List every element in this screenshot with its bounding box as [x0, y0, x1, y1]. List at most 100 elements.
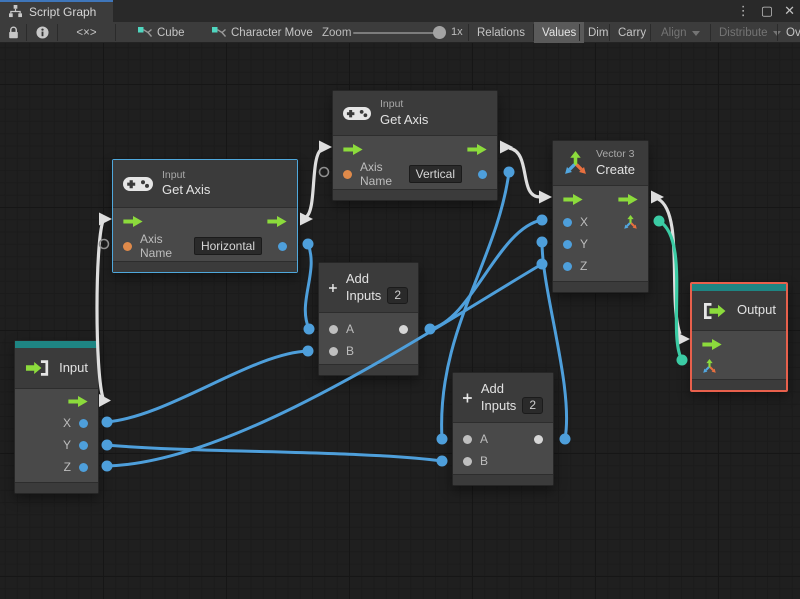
node-header: Input [15, 348, 98, 389]
tab-script-graph[interactable]: Script Graph [0, 0, 113, 22]
flow-in-port-icon[interactable] [123, 216, 143, 227]
code-view-button[interactable]: <×> [58, 22, 115, 43]
node-get-axis-horizontal[interactable]: Input Get Axis Axis Name Horizontal [112, 159, 298, 273]
port-y-output[interactable] [79, 440, 88, 450]
flow-in-port-icon[interactable] [563, 194, 583, 205]
menu-icon[interactable]: ⋮ [737, 0, 750, 22]
node-footer [333, 189, 497, 200]
toggle-carry[interactable]: Carry [610, 22, 654, 43]
port-b-input[interactable] [329, 346, 338, 356]
tab-active-accent [0, 0, 113, 2]
port-y-input[interactable] [563, 239, 572, 249]
inputs-count-field[interactable]: 2 [387, 287, 408, 305]
code-view-icon: <×> [76, 26, 97, 39]
graph-icon [212, 27, 226, 39]
maximize-icon[interactable]: ▢ [761, 0, 773, 22]
node-footer [692, 379, 786, 390]
port-label-y: Y [62, 438, 71, 452]
port-z-input[interactable] [563, 261, 572, 271]
tab-bar: Script Graph ⋮ ▢ ✕ [0, 0, 800, 22]
node-title: Get Axis [162, 182, 211, 198]
node-title: Add [345, 270, 370, 286]
sum-output-port[interactable] [534, 434, 543, 444]
breadcrumb-cube[interactable]: Cube [138, 22, 185, 43]
port-label-y: Y [580, 237, 589, 251]
node-title: Output [736, 302, 776, 318]
breadcrumb-character-move[interactable]: Character Move [212, 22, 313, 43]
port-x-output[interactable] [79, 418, 88, 428]
plus-icon [329, 276, 337, 300]
flow-out-port-icon[interactable] [68, 396, 88, 407]
port-a-input[interactable] [329, 324, 338, 334]
window-controls: ⋮ ▢ ✕ [737, 0, 795, 22]
flow-out-port-icon[interactable] [618, 194, 638, 205]
node-header: Add Inputs 2 [453, 373, 553, 423]
axis-name-label: Axis Name [140, 232, 173, 260]
node-title: Add [480, 380, 505, 396]
port-label-x: X [580, 215, 589, 229]
port-label-z: Z [63, 460, 71, 474]
gamepad-icon [343, 105, 371, 122]
graph-tree-icon [8, 5, 23, 18]
zoom-slider[interactable] [353, 32, 445, 34]
info-icon [36, 26, 49, 39]
inspect-button[interactable] [27, 22, 57, 43]
axis-name-field[interactable]: Vertical [408, 165, 462, 183]
zoom-slider-handle[interactable] [433, 26, 446, 39]
axis-value-output-port[interactable] [478, 169, 487, 179]
flow-out-port-icon[interactable] [467, 144, 487, 155]
tab-title: Script Graph [29, 4, 97, 19]
axis-name-input-port[interactable] [123, 241, 132, 251]
toggle-relations[interactable]: Relations [469, 22, 533, 43]
align-dropdown[interactable]: Align [653, 22, 708, 43]
graph-icon [138, 27, 152, 39]
node-get-axis-vertical[interactable]: Input Get Axis Axis Name Vertical [332, 90, 498, 201]
port-label-x: X [62, 416, 71, 430]
sum-output-port[interactable] [399, 324, 408, 334]
chevron-down-icon [691, 31, 700, 36]
input-bracket-icon [25, 360, 50, 376]
graph-toolbar: <×> Cube Character Move Zoom 1x Relation… [0, 22, 800, 43]
node-footer [319, 364, 418, 375]
flow-out-port-icon[interactable] [267, 216, 287, 227]
toggle-values[interactable]: Values [534, 22, 585, 43]
node-title: Create [596, 161, 636, 177]
vector3-input-port-icon[interactable] [702, 359, 717, 374]
port-z-output[interactable] [79, 462, 88, 472]
graph-canvas[interactable]: Input X Y Z Input Get Axis Axis Name Hor… [0, 43, 800, 599]
node-footer [553, 281, 648, 292]
vector3-output-port-icon[interactable] [623, 215, 638, 230]
node-add-2[interactable]: Add Inputs 2 A B [452, 372, 554, 486]
node-footer [453, 474, 553, 485]
align-label: Align [661, 26, 687, 39]
port-a-input[interactable] [463, 434, 472, 444]
inputs-label: Inputs [345, 287, 382, 303]
zoom-label: Zoom [322, 26, 352, 39]
node-vector3-create[interactable]: Vector 3 Create X Y Z [552, 140, 649, 293]
axis-name-field[interactable]: Horizontal [193, 237, 262, 255]
node-title: Get Axis [380, 111, 429, 127]
vector3-icon [563, 151, 588, 176]
port-x-input[interactable] [563, 217, 572, 227]
toggle-overview[interactable]: Overv [778, 22, 800, 43]
node-header: Vector 3 Create [553, 141, 648, 186]
port-b-input[interactable] [463, 456, 472, 466]
node-header: Output [692, 291, 786, 331]
axis-name-input-port[interactable] [343, 169, 352, 179]
port-label-b: B [480, 454, 489, 468]
port-label-a: A [480, 432, 489, 446]
node-category: Input [162, 168, 186, 181]
axis-name-label: Axis Name [360, 160, 393, 188]
flow-in-port-icon[interactable] [702, 339, 722, 350]
close-icon[interactable]: ✕ [784, 0, 795, 22]
node-add-1[interactable]: Add Inputs 2 A B [318, 262, 419, 376]
axis-value-output-port[interactable] [278, 241, 287, 251]
node-color-bar [692, 284, 786, 291]
node-color-bar [15, 341, 98, 348]
inputs-count-field[interactable]: 2 [522, 397, 543, 415]
node-input[interactable]: Input X Y Z [14, 340, 99, 494]
lock-icon [8, 26, 19, 39]
lock-button[interactable] [1, 22, 26, 43]
node-output[interactable]: Output [690, 282, 788, 392]
flow-in-port-icon[interactable] [343, 144, 363, 155]
